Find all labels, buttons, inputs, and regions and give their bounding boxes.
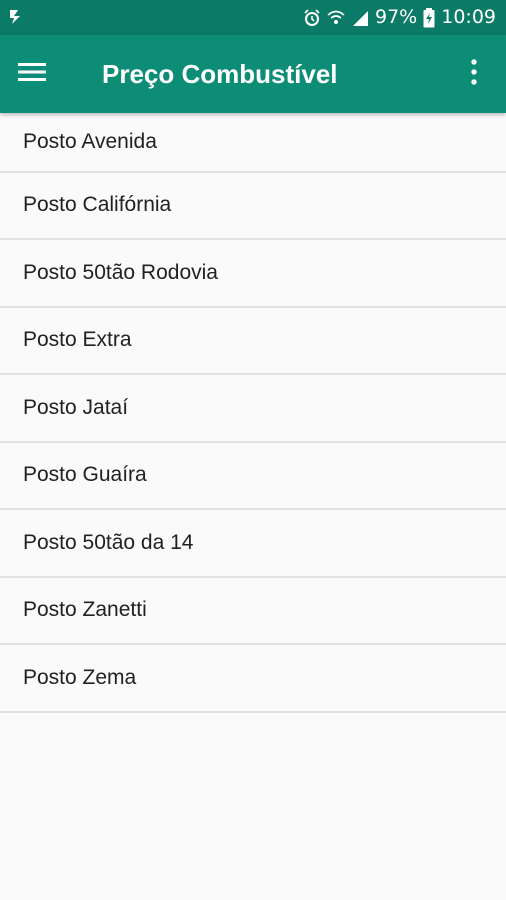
alarm-icon <box>303 8 321 27</box>
station-label: Posto Extra <box>23 328 132 352</box>
station-item-zanetti[interactable]: Posto Zanetti <box>0 577 506 645</box>
app-bar: Preço Combustível <box>0 35 506 113</box>
station-item-50tao-rodovia[interactable]: Posto 50tão Rodovia <box>0 240 506 308</box>
station-item-zema[interactable]: Posto Zema <box>0 645 506 713</box>
station-item-50tao-da-14[interactable]: Posto 50tão da 14 <box>0 510 506 578</box>
station-label: Posto Zema <box>23 665 137 689</box>
page-title: Preço Combustível <box>102 59 338 89</box>
status-icons: 97% 10:09 <box>303 0 496 35</box>
station-label: Posto 50tão da 14 <box>23 530 194 554</box>
station-label: Posto 50tão Rodovia <box>23 260 218 284</box>
station-label: Posto Jataí <box>23 395 129 419</box>
overflow-menu-button[interactable] <box>454 54 494 94</box>
station-item-guaira[interactable]: Posto Guaíra <box>0 442 506 510</box>
station-label: Posto Avenida <box>23 129 157 153</box>
more-vert-icon <box>470 58 478 90</box>
station-item-extra[interactable]: Posto Extra <box>0 307 506 375</box>
menu-button[interactable] <box>12 54 52 94</box>
station-label: Posto Califórnia <box>23 193 172 217</box>
battery-percent: 97% <box>375 6 418 28</box>
hamburger-menu-icon <box>18 61 46 88</box>
station-item-california[interactable]: Posto Califórnia <box>0 172 506 240</box>
clock: 10:09 <box>441 6 496 28</box>
station-list: Posto Avenida Posto Califórnia Posto 50t… <box>0 113 506 713</box>
station-label: Posto Guaíra <box>23 463 147 487</box>
battery-icon <box>423 7 435 28</box>
status-bar: 97% 10:09 <box>0 0 506 35</box>
notification-icon <box>8 8 30 26</box>
station-item-jatai[interactable]: Posto Jataí <box>0 375 506 443</box>
signal-icon <box>351 9 369 27</box>
wifi-icon <box>327 9 345 27</box>
station-label: Posto Zanetti <box>23 598 147 622</box>
station-item-avenida[interactable]: Posto Avenida <box>0 113 506 173</box>
